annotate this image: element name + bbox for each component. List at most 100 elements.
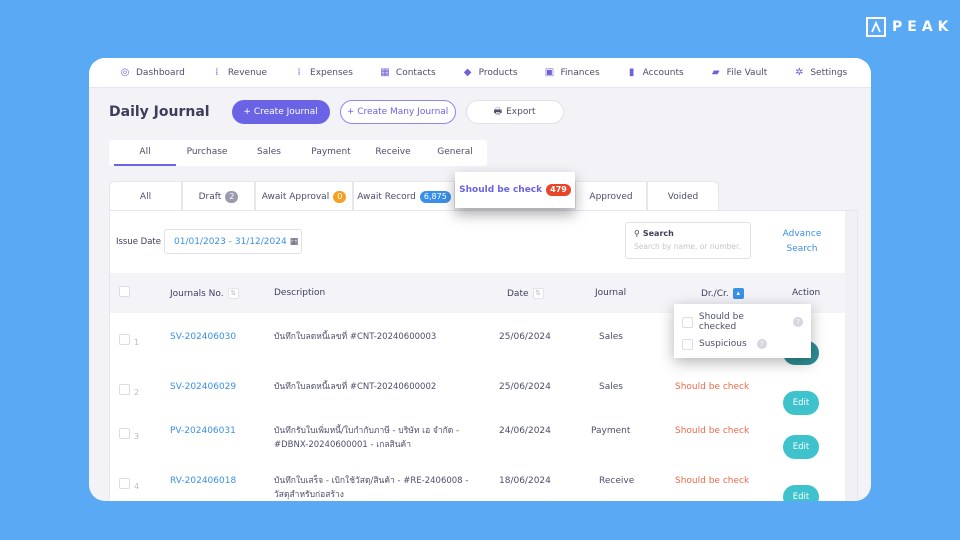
- status-tab-label: Voided: [667, 191, 699, 202]
- finances-icon: ▣: [544, 67, 555, 78]
- filter-option-should-be-checked[interactable]: Should be checked ?: [682, 312, 803, 332]
- col-description: Description: [274, 288, 326, 298]
- table-row: 3 PV-202406031 บันทึกรับใบเพิ่มหนี้/ใบกำ…: [110, 413, 857, 463]
- status-tab-label: Await Record: [357, 191, 416, 202]
- sort-icon[interactable]: ⇅: [227, 287, 239, 299]
- filter-toggle-icon[interactable]: ▴: [732, 287, 744, 299]
- status-tab-voided[interactable]: Voided: [647, 181, 719, 211]
- journal-no-link[interactable]: SV-202406030: [170, 332, 236, 342]
- option-label: Suspicious: [699, 339, 747, 349]
- issue-date-value: 01/01/2023 - 31/12/2024: [174, 236, 287, 247]
- checkbox[interactable]: [682, 316, 693, 328]
- row-number: 2: [134, 388, 140, 397]
- row-journal: Sales: [599, 382, 623, 392]
- edit-button[interactable]: Edit: [783, 435, 819, 459]
- tab-general[interactable]: General: [424, 140, 486, 166]
- products-icon: ◆: [463, 67, 472, 78]
- journal-no-link[interactable]: SV-202406029: [170, 382, 236, 392]
- row-description: บันทึกใบลดหนี้เลขที่ #CNT-20240600003: [274, 332, 437, 342]
- status-tab-should-be-check[interactable]: Should be check 479: [455, 172, 575, 208]
- status-tab-label: Draft: [198, 191, 222, 202]
- status-tab-await-approval[interactable]: Await Approval 0: [255, 181, 353, 211]
- row-checkbox[interactable]: [119, 428, 130, 439]
- nav-item-expenses[interactable]: ⁞ Expenses: [293, 67, 353, 78]
- col-action: Action: [792, 288, 821, 298]
- count-badge: 2: [225, 190, 239, 203]
- issue-date-label: Issue Date: [116, 237, 161, 247]
- col-journal: Journal: [595, 288, 627, 298]
- nav-label: Dashboard: [136, 67, 185, 78]
- nav-item-revenue[interactable]: ⁞ Revenue: [211, 67, 267, 78]
- row-date: 25/06/2024: [499, 332, 551, 342]
- create-many-journal-button[interactable]: + Create Many Journal: [339, 100, 456, 124]
- status-tab-label: Should be check: [459, 185, 543, 195]
- row-description: บันทึกรับใบเพิ่มหนี้/ใบกำกับภาษี - บริษั…: [274, 426, 460, 450]
- count-badge: 479: [546, 184, 571, 196]
- nav-item-accounts[interactable]: ▮ Accounts: [626, 67, 684, 78]
- table-row: 2 SV-202406029 บันทึกใบลดหนี้เลขที่ #CNT…: [110, 363, 857, 415]
- nav-item-settings[interactable]: ✲ Settings: [793, 67, 847, 78]
- checkbox[interactable]: [682, 338, 693, 350]
- row-number: 4: [134, 482, 140, 491]
- edit-button[interactable]: Edit: [783, 485, 819, 501]
- nav-item-file-vault[interactable]: ▰ File Vault: [710, 67, 768, 78]
- search-input[interactable]: ⚲ Search Search by name, or number.: [625, 222, 751, 259]
- journal-no-link[interactable]: RV-202406018: [170, 476, 236, 486]
- advance-search-link[interactable]: Advance Search: [774, 227, 830, 257]
- nav-label: Products: [478, 67, 518, 78]
- scrollbar[interactable]: [845, 211, 857, 501]
- tab-purchase[interactable]: Purchase: [176, 140, 238, 166]
- journal-type-tabs: All Purchase Sales Payment Receive Gener…: [109, 140, 487, 166]
- count-badge: 0: [333, 190, 347, 203]
- row-checkbox[interactable]: [119, 478, 130, 489]
- edit-button[interactable]: Edit: [783, 391, 819, 415]
- help-icon[interactable]: ?: [756, 339, 767, 349]
- nav-label: Settings: [810, 67, 848, 78]
- status-tab-approved[interactable]: Approved: [575, 181, 647, 211]
- expenses-icon: ⁞: [297, 67, 301, 78]
- nav-label: File Vault: [726, 67, 768, 78]
- nav-label: Accounts: [642, 67, 684, 78]
- col-drcr: Dr./Cr. ▴: [701, 287, 744, 299]
- status-tab-all[interactable]: All: [109, 181, 182, 211]
- row-journal: Payment: [591, 426, 631, 436]
- tab-all[interactable]: All: [114, 140, 176, 166]
- brand-name: PEAK: [892, 19, 954, 35]
- nav-label: Expenses: [310, 67, 353, 78]
- nav-item-dashboard[interactable]: ◎ Dashboard: [119, 67, 185, 78]
- tab-payment[interactable]: Payment: [300, 140, 362, 166]
- journal-no-link[interactable]: PV-202406031: [170, 426, 236, 436]
- dashboard-icon: ◎: [120, 67, 130, 78]
- nav-item-finances[interactable]: ▣ Finances: [544, 67, 600, 78]
- row-date: 18/06/2024: [499, 476, 551, 486]
- tab-receive[interactable]: Receive: [362, 140, 424, 166]
- calendar-icon: ▦: [289, 236, 299, 247]
- sort-icon[interactable]: ⇅: [532, 287, 544, 299]
- filter-row: Issue Date 01/01/2023 - 31/12/2024 ▦ ⚲ Se…: [110, 211, 857, 273]
- nav-item-products[interactable]: ◆ Products: [462, 67, 518, 78]
- export-button[interactable]: 🖶 Export: [465, 100, 564, 124]
- status-tab-draft[interactable]: Draft 2: [182, 181, 255, 211]
- peak-logo-icon: [866, 17, 886, 37]
- status-tab-label: Await Approval: [261, 191, 330, 202]
- export-label: Export: [506, 107, 536, 117]
- help-icon[interactable]: ?: [793, 317, 803, 327]
- select-all-checkbox[interactable]: [119, 286, 130, 297]
- accounts-icon: ▮: [628, 67, 635, 78]
- row-description: บันทึกใบเสร็จ - เบิกใช้วัสดุ/สินค้า - #R…: [274, 476, 469, 500]
- drcr-status: Should be check: [675, 426, 750, 436]
- printer-icon: 🖶: [493, 107, 503, 117]
- row-checkbox[interactable]: [119, 334, 130, 345]
- page-title: Daily Journal: [109, 104, 210, 120]
- option-label: Should be checked: [698, 312, 744, 332]
- status-tab-label: All: [139, 191, 152, 202]
- filter-option-suspicious[interactable]: Suspicious ?: [682, 335, 803, 353]
- row-journal: Sales: [599, 332, 623, 342]
- nav-item-contacts[interactable]: ▦ Contacts: [379, 67, 435, 78]
- row-checkbox[interactable]: [119, 384, 130, 395]
- issue-date-input[interactable]: 01/01/2023 - 31/12/2024 ▦: [164, 229, 302, 254]
- status-tab-await-record[interactable]: Await Record 6,875: [353, 181, 455, 211]
- revenue-icon: ⁞: [215, 67, 219, 78]
- tab-sales[interactable]: Sales: [238, 140, 300, 166]
- create-journal-button[interactable]: + Create Journal: [231, 100, 330, 124]
